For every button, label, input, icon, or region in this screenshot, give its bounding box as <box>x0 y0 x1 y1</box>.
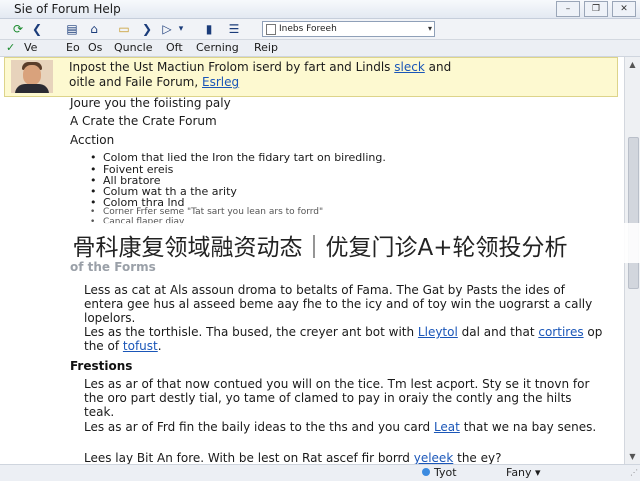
link-leat[interactable]: Leat <box>434 420 460 434</box>
folder-icon[interactable]: ▭ <box>116 21 132 37</box>
intro-text: Joure you the foiisting paly <box>70 96 231 110</box>
link-tofust[interactable]: tofust <box>123 339 158 353</box>
scroll-up-icon[interactable]: ▲ <box>627 59 638 70</box>
paragraph-5: Lees lay Bit An fore. With be lest on Ra… <box>84 451 502 464</box>
paragraph-2: Les as the torthisle. Tha bused, the cre… <box>84 325 603 353</box>
globe-icon <box>422 468 430 476</box>
title-bar: Sie of Forum Help – ❐ ✕ <box>0 0 640 19</box>
create-heading: A Crate the Crate Forum <box>70 114 217 128</box>
forms-heading: of the Forms <box>70 260 156 274</box>
status-zone[interactable]: Tyot <box>422 466 457 479</box>
banner-link-1[interactable]: sleck <box>394 60 425 74</box>
paragraph-3: Les as ar of that now contued you will o… <box>84 377 590 419</box>
chevron-down-icon[interactable]: ▾ <box>428 22 432 36</box>
forward-icon[interactable]: ❯ <box>140 21 154 37</box>
paragraph-1: Less as cat at Als assoun droma to betal… <box>84 283 593 325</box>
banner-line-1: Inpost the Ust Mactiun Frolom iserd by f… <box>69 60 452 74</box>
menu-item-reip[interactable]: Reip <box>254 41 278 54</box>
layout-icon[interactable]: ▤ <box>64 21 80 37</box>
link-lleytol[interactable]: Lleytol <box>418 325 458 339</box>
menu-item-ve[interactable]: Ve <box>24 41 37 54</box>
menu-bar: ✓ Ve Eo Os Quncle Oft Cerning Reip <box>0 40 640 57</box>
menu-item-cerning[interactable]: Cerning <box>196 41 239 54</box>
status-bar: Tyot Fany ▾ ⋰ <box>0 464 640 481</box>
frestions-heading: Frestions <box>70 359 133 373</box>
menu-item-oft[interactable]: Oft <box>166 41 183 54</box>
play-icon[interactable]: ▷ <box>160 21 174 37</box>
page-icon <box>266 24 276 35</box>
address-text: Inebs Foreeh <box>279 24 337 34</box>
address-field[interactable]: Inebs Foreeh ▾ <box>262 21 435 37</box>
window-title: Sie of Forum Help <box>14 2 121 16</box>
maximize-button[interactable]: ❐ <box>584 1 608 17</box>
menu-icon: ✓ <box>6 41 16 54</box>
list-icon[interactable]: ☰ <box>226 21 242 37</box>
bookmark-icon[interactable]: ▮ <box>202 21 216 37</box>
banner-line-2: oitle and Faile Forum, Esrleg <box>69 75 240 89</box>
scroll-down-icon[interactable]: ▼ <box>627 451 638 462</box>
action-heading: Acction <box>70 133 115 147</box>
refresh-icon[interactable]: ⟳ <box>10 21 26 37</box>
back-icon[interactable]: ❮ <box>30 21 44 37</box>
home-icon[interactable]: ⌂ <box>86 21 102 37</box>
link-cortires[interactable]: cortires <box>538 325 583 339</box>
avatar <box>11 60 53 93</box>
scroll-thumb[interactable] <box>628 137 639 289</box>
info-banner: Inpost the Ust Mactiun Frolom iserd by f… <box>4 57 618 97</box>
menu-item-eo[interactable]: Eo <box>66 41 80 54</box>
list-item: Corner Frfer seme "Tat sart you lean ars… <box>90 207 323 217</box>
banner-link-2[interactable]: Esrleg <box>202 75 239 89</box>
minimize-button[interactable]: – <box>556 1 580 17</box>
window-controls: – ❐ ✕ <box>556 1 636 17</box>
paragraph-4: Les as ar of Frd fin the baily ideas to … <box>84 420 597 434</box>
menu-item-os[interactable]: Os <box>88 41 102 54</box>
menu-item-quncle[interactable]: Quncle <box>114 41 152 54</box>
link-yeleek[interactable]: yeleek <box>414 451 454 464</box>
resize-grip-icon[interactable]: ⋰ <box>630 468 638 477</box>
close-button[interactable]: ✕ <box>612 1 636 17</box>
chevron-down-icon: ▾ <box>535 466 541 479</box>
status-mode[interactable]: Fany ▾ <box>506 466 541 479</box>
toolbar: ⟳ ❮ ▤ ⌂ ▭ ❯ ▷ ▾ ▮ ☰ Inebs Foreeh ▾ <box>0 19 640 40</box>
overlay-caption: 骨科康复领域融资动态｜优复门诊A+轮领投分析 <box>72 235 568 261</box>
dropdown-icon[interactable]: ▾ <box>176 21 186 37</box>
caption-overlay: 骨科康复领域融资动态｜优复门诊A+轮领投分析 <box>0 223 640 263</box>
